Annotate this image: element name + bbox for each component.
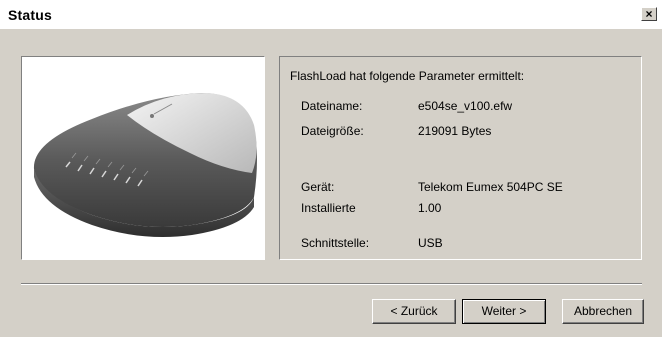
interface-label: Schnittstelle: [301, 236, 370, 250]
close-button[interactable]: × [641, 7, 657, 21]
window-title: Status [8, 7, 52, 23]
title-bar: Status × [0, 0, 662, 30]
device-label: Gerät: [301, 180, 335, 194]
filename-label: Dateiname: [301, 99, 363, 113]
separator [21, 283, 642, 285]
installed-label: Installierte [301, 201, 356, 215]
device-image-panel [21, 56, 265, 260]
filename-value: e504se_v100.efw [418, 99, 513, 113]
parameters-intro: FlashLoad hat folgende Parameter ermitte… [290, 69, 525, 83]
cancel-button[interactable]: Abbrechen [562, 299, 644, 324]
parameters-panel: FlashLoad hat folgende Parameter ermitte… [279, 56, 642, 260]
interface-value: USB [418, 236, 443, 250]
back-button[interactable]: < Zurück [372, 299, 456, 324]
installed-value: 1.00 [418, 201, 442, 215]
next-button[interactable]: Weiter > [462, 299, 546, 324]
filesize-label: Dateigröße: [301, 124, 364, 138]
filesize-value: 219091 Bytes [418, 124, 492, 138]
close-icon: × [645, 7, 653, 21]
device-value: Telekom Eumex 504PC SE [418, 180, 563, 194]
router-device-image [33, 93, 257, 238]
